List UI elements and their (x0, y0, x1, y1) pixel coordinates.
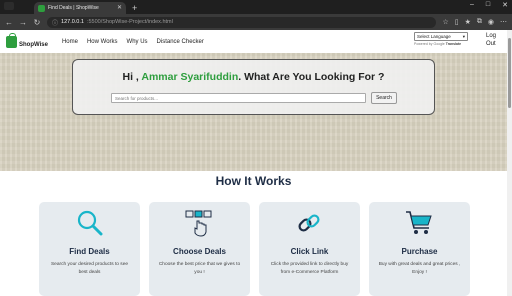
site-info-icon[interactable]: ⓘ (52, 18, 58, 27)
greeting-heading: Hi , Ammar Syarifuddin. What Are You Loo… (73, 71, 434, 83)
hand-choose-icon (185, 210, 212, 237)
card-choose-deals: Choose Deals Choose the best price that … (149, 202, 250, 296)
new-tab-button[interactable]: + (132, 2, 137, 14)
profile-icon[interactable]: ◉ (488, 18, 494, 26)
url-path: :5500/ShopWise-Project/index.html (86, 19, 173, 25)
chevron-down-icon: ▾ (462, 33, 465, 39)
card-description: Click the provided link to directly buy … (270, 262, 349, 275)
tab-close-icon[interactable]: ✕ (117, 5, 122, 11)
card-purchase: Purchase Buy with great deals and great … (369, 202, 470, 296)
language-select[interactable]: Select Language ▾ (414, 32, 468, 41)
tab-title: Find Deals | ShopWise (48, 5, 99, 11)
favorites-icon[interactable]: ★ (465, 18, 471, 26)
browser-toolbar: ← → ↻ ⓘ 127.0.0.1:5500/ShopWise-Project/… (0, 14, 512, 30)
toolbar-icons: ☆ ▯ ★ ⧉ ◉ ⋯ (442, 18, 507, 26)
greeting-suffix: . What Are You Looking For ? (238, 71, 385, 83)
forward-icon[interactable]: → (19, 18, 27, 27)
scrollbar-thumb[interactable] (508, 38, 511, 108)
card-title: Find Deals (69, 247, 110, 256)
maximize-icon[interactable]: □ (486, 1, 490, 9)
card-description: Search your desired products to see best… (50, 262, 129, 275)
browser-tab-strip: Find Deals | ShopWise ✕ + – □ ✕ (0, 0, 512, 14)
split-view-icon[interactable]: ▯ (455, 18, 459, 26)
magnifier-icon (77, 210, 103, 236)
page-viewport: ShopWise Home How Works Why Us Distance … (0, 30, 507, 296)
search-card: Hi , Ammar Syarifuddin. What Are You Loo… (72, 59, 435, 115)
favicon-icon (38, 4, 45, 12)
page-scrollbar[interactable] (507, 30, 512, 296)
language-selector: Select Language ▾ Powered by Google Tran… (414, 32, 468, 46)
powered-by-text: Powered by (414, 42, 433, 46)
search-button[interactable]: Search (371, 92, 397, 104)
close-window-icon[interactable]: ✕ (502, 1, 508, 9)
address-bar[interactable]: ⓘ 127.0.0.1:5500/ShopWise-Project/index.… (47, 16, 437, 28)
browser-tab[interactable]: Find Deals | ShopWise ✕ (34, 2, 126, 14)
cart-icon (406, 211, 432, 234)
nav-link-home[interactable]: Home (62, 39, 78, 45)
card-find-deals: Find Deals Search your desired products … (39, 202, 140, 296)
language-select-label: Select Language (417, 34, 451, 39)
user-name: Ammar Syarifuddin (141, 71, 239, 83)
logout-button[interactable]: Log Out (486, 32, 502, 48)
link-icon (298, 214, 320, 232)
logo-text: ShopWise (19, 42, 48, 48)
nav-link-distance-checker[interactable]: Distance Checker (157, 39, 204, 45)
collections-icon[interactable]: ⧉ (477, 18, 482, 26)
translate-link[interactable]: Translate (446, 42, 461, 46)
window-menu-icon[interactable] (4, 2, 14, 10)
more-menu-icon[interactable]: ⋯ (500, 18, 507, 26)
bookmark-star-icon[interactable]: ☆ (442, 18, 448, 26)
card-description: Buy with great deals and great prices , … (378, 262, 461, 275)
card-title: Choose Deals (173, 247, 226, 256)
powered-by-google: Powered by Google Translate (414, 42, 468, 46)
google-text: Google (433, 42, 445, 46)
greeting-prefix: Hi , (122, 71, 142, 83)
back-icon[interactable]: ← (5, 18, 13, 27)
window-controls: – □ ✕ (470, 1, 508, 9)
card-description: Choose the best price that we gives to y… (158, 262, 241, 275)
card-title: Click Link (290, 247, 329, 256)
logo[interactable]: ShopWise (6, 32, 48, 48)
hero-section: Hi , Ammar Syarifuddin. What Are You Loo… (0, 53, 507, 171)
search-input[interactable] (111, 93, 366, 103)
reload-icon[interactable]: ↻ (33, 18, 41, 27)
nav-link-why-us[interactable]: Why Us (127, 39, 148, 45)
nav-link-how-works[interactable]: How Works (87, 39, 118, 45)
shopping-bag-icon (6, 32, 17, 48)
nav-links: Home How Works Why Us Distance Checker (62, 39, 204, 45)
card-title: Purchase (401, 247, 438, 256)
how-it-works-cards: Find Deals Search your desired products … (39, 202, 470, 296)
url-host: 127.0.0.1 (61, 19, 84, 25)
minimize-icon[interactable]: – (470, 1, 474, 9)
site-navbar: ShopWise Home How Works Why Us Distance … (0, 30, 507, 53)
how-it-works-title: How It Works (215, 174, 292, 188)
card-click-link: Click Link Click the provided link to di… (259, 202, 360, 296)
